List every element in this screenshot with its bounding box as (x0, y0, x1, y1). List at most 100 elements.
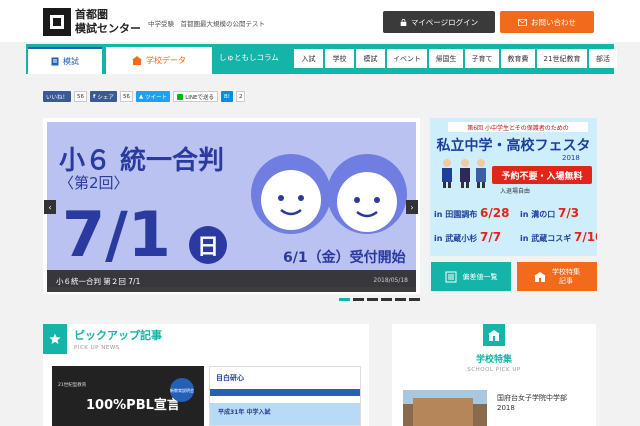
tab-school-data[interactable]: 学校データ (106, 47, 212, 74)
fair-banner-free-badge: 予約不要・入場無料 (492, 166, 592, 184)
carousel-dot[interactable] (409, 298, 420, 301)
thumb1-badge: 新教育説明会 (170, 378, 194, 402)
school-pickup-year: 2018 (497, 404, 515, 412)
facebook-share-button[interactable]: f シェア (90, 91, 117, 102)
school-pickup-badge (483, 324, 505, 346)
thumb1-caption: 21世紀型教育 (58, 383, 87, 388)
logo-text-line2: 模試センター (75, 22, 141, 35)
hero-caption-title[interactable]: 小６統一合判 第２回 7/1 (56, 276, 140, 287)
fair-venue-date: 7/10 (574, 230, 597, 244)
fair-venue: in 武蔵小杉 (434, 234, 478, 243)
fair-venue-row: in 田園調布 6/28 (434, 206, 509, 220)
category-gakko[interactable]: 学校 (325, 49, 354, 68)
carousel-dot[interactable] (381, 298, 392, 301)
contact-label: お問い合わせ (531, 17, 576, 27)
category-kikokusei[interactable]: 帰国生 (429, 49, 463, 68)
hensachi-list-label: 偏差値一覧 (462, 272, 498, 281)
hatena-count: 2 (235, 91, 246, 102)
carousel-dot[interactable] (353, 298, 364, 301)
hero-subhead: 〈第2回〉 (59, 174, 129, 192)
school-thumb-image[interactable] (403, 390, 487, 426)
list-icon (445, 271, 456, 282)
tweet-label: ツイート (145, 94, 168, 101)
tab-school-data-label: 学校データ (146, 56, 186, 65)
category-list: 入試 学校 模試 イベント 帰国生 子育て 教育費 21世紀教育 部活 (294, 49, 617, 68)
fair-banner[interactable]: 第6回 小中学生とその保護者のための 私立中学・高校フェスタ 2018 予約不要… (430, 118, 597, 256)
fair-venue-row: in 溝の口 7/3 (520, 206, 579, 220)
school-icon (132, 56, 142, 65)
lock-icon (400, 18, 407, 26)
contact-button[interactable]: お問い合わせ (500, 11, 594, 33)
document-icon (51, 57, 59, 66)
fair-banner-free-note: 入退場自由 (500, 188, 531, 195)
tab-moshi[interactable]: 模試 (28, 47, 102, 74)
kids-illustration-icon (251, 154, 407, 234)
hero-slide[interactable]: 小６ 統一合判 〈第2回〉 7/1 日 6/1（金）受付開始 (47, 122, 416, 287)
fair-venue-date: 7/7 (480, 230, 502, 244)
share-count: 56 (119, 91, 133, 102)
carousel-dots (339, 298, 420, 301)
column-category-label: しゅともしコラム (219, 53, 279, 62)
site-header: 首都圏 模試センター 中学受験 首都圏最大規模の公開テスト マイページログイン … (0, 0, 640, 42)
chevron-right-icon: › (410, 202, 414, 212)
carousel-dot[interactable] (395, 298, 406, 301)
hensachi-list-button[interactable]: 偏差値一覧 (431, 262, 511, 291)
fair-banner-title: 私立中学・高校フェスタ (436, 138, 591, 154)
fair-venue: in 溝の口 (520, 210, 556, 219)
hatena-bookmark-button[interactable]: B! (220, 91, 233, 102)
share-label: シェア (97, 94, 114, 101)
thumb2-headline: 平成31年 中学入試 (218, 409, 271, 416)
mail-icon (518, 18, 527, 26)
student-figure-icon (476, 159, 486, 188)
pickup-article-thumb[interactable]: 目白研心 平成31年 中学入試 (209, 366, 361, 426)
carousel-dot[interactable] (339, 298, 350, 301)
category-event[interactable]: イベント (387, 49, 427, 68)
category-21c-education[interactable]: 21世紀教育 (537, 49, 587, 68)
mypage-login-label: マイページログイン (410, 17, 479, 27)
student-figure-icon (442, 159, 452, 188)
chevron-left-icon: ‹ (48, 202, 52, 212)
hero-caption-date: 2018/05/18 (373, 277, 408, 284)
line-share-button[interactable]: LINEで送る (173, 91, 218, 102)
category-kyoikuhi[interactable]: 教育費 (501, 49, 535, 68)
pickup-article-thumb[interactable]: 21世紀型教育 100%PBL宣言 新教育説明会 (52, 366, 204, 426)
category-bukatsu[interactable]: 部活 (589, 49, 617, 68)
fair-venue-row: in 武蔵小杉 7/7 (434, 230, 501, 244)
mypage-login-button[interactable]: マイページログイン (383, 11, 495, 33)
thumb1-headline: 100%PBL宣言 (86, 398, 180, 413)
facebook-like-button[interactable]: いいね！ (43, 91, 72, 102)
fair-banner-year: 2018 (562, 154, 580, 162)
school-pickup-link[interactable]: 国府台女子学院中学部 2018 (497, 393, 567, 413)
category-kosodate[interactable]: 子育て (465, 49, 499, 68)
category-moshi[interactable]: 模試 (356, 49, 385, 68)
school-thumb-building (413, 398, 473, 426)
hatena-label: B! (223, 93, 230, 100)
hero-big-date: 7/1 (62, 198, 171, 271)
carousel-next-button[interactable]: › (406, 200, 418, 214)
tab-moshi-label: 模試 (63, 57, 79, 66)
twitter-bird-icon: ▲ (138, 93, 144, 100)
school-feature-button[interactable]: 学校特集 記事 (517, 262, 597, 291)
category-nyushi[interactable]: 入試 (294, 49, 323, 68)
school-building-icon (488, 329, 500, 341)
tweet-button[interactable]: ▲ ツイート (135, 91, 171, 102)
star-icon (49, 333, 61, 344)
logo-text-line1: 首都圏 (75, 8, 108, 21)
fair-venue: in 田園調布 (434, 210, 478, 219)
school-feature-label-line2: 記事 (559, 276, 573, 285)
school-pickup-title: 学校特集 (475, 355, 512, 365)
hero-carousel[interactable]: 小６ 統一合判 〈第2回〉 7/1 日 6/1（金）受付開始 小６統一合判 第２… (43, 118, 420, 294)
page: 首都圏 模試センター 中学受験 首都圏最大規模の公開テスト マイページログイン … (0, 0, 640, 426)
line-label: LINEで送る (185, 94, 214, 101)
school-building-icon (534, 271, 546, 282)
carousel-dot[interactable] (367, 298, 378, 301)
social-buttons: いいね！ 56 f シェア 56 ▲ ツイート LINEで送る B! 2 (43, 91, 246, 102)
hero-caption: 小６統一合判 第２回 7/1 2018/05/18 (47, 270, 416, 292)
carousel-prev-button[interactable]: ‹ (44, 200, 56, 214)
pickup-title: ピックアップ記事 (74, 329, 162, 342)
fair-venue: in 武蔵コスギ (520, 234, 572, 243)
site-logo[interactable]: 首都圏 模試センター (43, 8, 141, 36)
thumb2-school-name: 目白研心 (216, 374, 244, 382)
thumb2-bar (210, 389, 360, 396)
fair-venue-date: 6/28 (480, 206, 510, 220)
